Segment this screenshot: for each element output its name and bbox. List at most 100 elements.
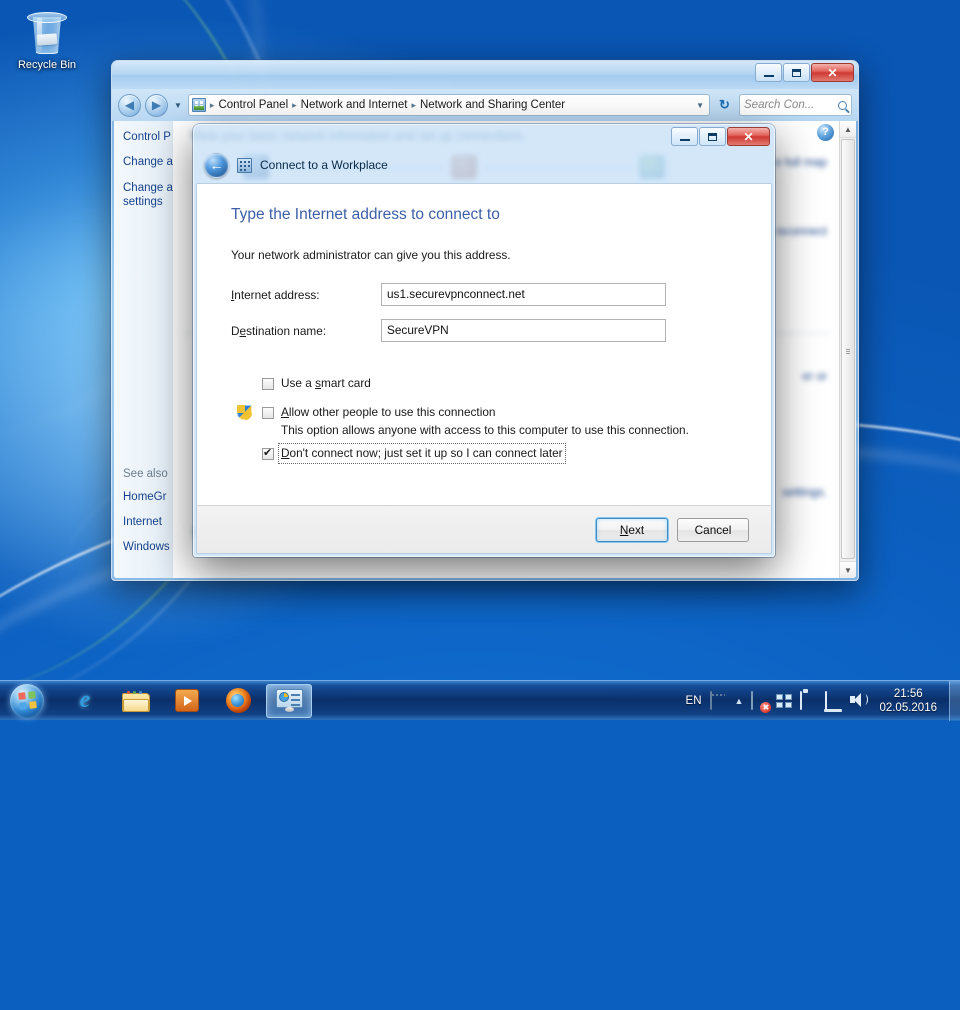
scrollbar-thumb[interactable] <box>841 139 855 559</box>
wizard-panel: Type the Internet address to connect to … <box>196 183 772 554</box>
taskbar-buttons: e <box>62 683 312 718</box>
start-button[interactable] <box>2 682 52 720</box>
link-printer-sharing[interactable]: er or <box>802 369 827 383</box>
wizard-content: Type the Internet address to connect to … <box>197 184 771 505</box>
wizard-heading: Type the Internet address to connect to <box>231 206 500 223</box>
action-center-icon[interactable] <box>776 693 793 708</box>
explorer-sidebar: Control P Change a Change a settings See… <box>114 121 173 578</box>
label-suffix: stination name: <box>246 323 327 338</box>
network-flag-icon[interactable] <box>751 691 768 710</box>
network-icon[interactable] <box>825 691 842 710</box>
wizard-titlebar[interactable]: ✕ <box>194 125 774 149</box>
search-input[interactable]: Search Con... <box>739 94 852 116</box>
back-arrow-icon[interactable]: ← <box>204 152 229 178</box>
explorer-maximize-button[interactable] <box>783 63 810 82</box>
label-suffix: on't connect now; just set it up so I ca… <box>289 446 563 460</box>
label-suffix: mart card <box>321 376 371 390</box>
label-prefix: D <box>231 323 240 338</box>
label-suffix: llow other people to use this connection <box>288 405 496 419</box>
wizard-subtext: Your network administrator can give you … <box>231 248 511 262</box>
back-button[interactable]: ◀ <box>118 93 141 117</box>
control-panel-icon <box>275 689 303 712</box>
scroll-down-button[interactable]: ▼ <box>840 561 856 578</box>
help-icon[interactable]: ? <box>817 124 834 141</box>
chevron-down-icon[interactable]: ▼ <box>696 101 706 110</box>
taskbar-item-control-panel[interactable] <box>266 683 312 718</box>
field-row-internet-address: Internet address: us1.securevpnconnect.n… <box>231 283 737 306</box>
dont-connect-now-checkbox[interactable] <box>262 446 274 460</box>
link-see-full-map[interactable]: e full map <box>775 155 827 169</box>
wizard-close-button[interactable]: ✕ <box>727 127 770 146</box>
label-prefix: Cancel <box>694 522 732 537</box>
uac-shield-icon <box>237 405 252 420</box>
sidebar-link-change-adapter-settings[interactable]: Change a <box>123 156 173 168</box>
option-allow-other-people[interactable]: Allow other people to use this connectio… <box>231 405 737 420</box>
wizard-options: Use a smart card Allow other people to u… <box>231 376 737 464</box>
taskbar-item-windows-media-player[interactable] <box>164 684 210 718</box>
breadcrumb-separator[interactable]: ▸ <box>410 100 417 111</box>
explorer-vertical-scrollbar[interactable]: ▲ ▼ <box>839 121 856 578</box>
folder-icon <box>122 690 150 712</box>
breadcrumb-separator[interactable]: ▸ <box>209 100 216 111</box>
cancel-button[interactable]: Cancel <box>677 517 749 542</box>
wizard-maximize-button[interactable] <box>699 127 726 146</box>
label-suffix: ext <box>628 522 645 537</box>
allow-other-people-checkbox[interactable] <box>262 407 274 419</box>
explorer-close-button[interactable]: ✕ <box>811 63 854 82</box>
label-suffix: nternet address: <box>234 287 320 302</box>
scroll-up-button[interactable]: ▲ <box>840 121 856 138</box>
safely-remove-hardware-icon[interactable] <box>800 691 817 710</box>
internet-address-label: Internet address: <box>231 288 381 302</box>
next-button[interactable]: Next <box>596 517 668 542</box>
label-accelerator: A <box>281 405 289 419</box>
ie-icon: e <box>79 687 91 713</box>
clock[interactable]: 21:56 02.05.2016 <box>875 687 941 715</box>
sidebar-link-control-panel-home[interactable]: Control P <box>123 131 172 143</box>
volume-icon[interactable] <box>850 692 869 709</box>
dont-connect-now-label: Don't connect now; just set it up so I c… <box>278 443 566 464</box>
allow-other-people-description: This option allows anyone with access to… <box>281 423 689 437</box>
control-panel-icon <box>191 98 206 112</box>
use-smart-card-checkbox[interactable] <box>262 378 274 390</box>
explorer-minimize-button[interactable] <box>755 63 782 82</box>
show-desktop-button[interactable] <box>949 680 960 721</box>
workplace-icon <box>237 157 252 173</box>
desktop-icon-recycle-bin[interactable]: Recycle Bin <box>8 8 86 72</box>
label-prefix: Use a <box>281 376 316 390</box>
wizard-window-controls: ✕ <box>671 127 770 146</box>
wizard-footer: Next Cancel <box>197 505 771 553</box>
breadcrumb-network-and-internet[interactable]: Network and Internet <box>301 99 408 111</box>
language-indicator[interactable]: EN <box>686 695 702 707</box>
taskbar-item-internet-explorer[interactable]: e <box>62 684 108 718</box>
link-settings[interactable]: settings. <box>782 485 827 499</box>
search-icon <box>838 100 847 110</box>
explorer-titlebar[interactable]: ✕ <box>112 61 858 89</box>
taskbar-item-firefox[interactable] <box>215 684 261 718</box>
media-player-icon <box>175 689 199 712</box>
connect-to-a-workplace-dialog[interactable]: ✕ ← Connect to a Workplace Type the Inte… <box>193 124 775 557</box>
show-hidden-icons-button[interactable]: ▲ <box>735 696 744 706</box>
forward-button[interactable]: ▶ <box>145 93 168 117</box>
recent-pages-dropdown[interactable]: ▼ <box>172 101 184 110</box>
breadcrumb-network-and-sharing-center[interactable]: Network and Sharing Center <box>420 99 565 111</box>
breadcrumb-separator[interactable]: ▸ <box>291 100 298 111</box>
refresh-icon[interactable]: ↻ <box>714 95 735 116</box>
taskbar-item-windows-explorer[interactable] <box>113 684 159 718</box>
destination-name-field[interactable]: SecureVPN <box>381 319 666 342</box>
keyboard-icon[interactable] <box>709 691 727 710</box>
search-placeholder: Search Con... <box>744 99 815 111</box>
allow-other-people-label: Allow other people to use this connectio… <box>281 405 495 420</box>
option-use-smart-card[interactable]: Use a smart card <box>231 376 737 391</box>
firefox-icon <box>225 688 251 713</box>
breadcrumb-control-panel[interactable]: Control Panel <box>218 99 288 111</box>
destination-name-label: Destination name: <box>231 324 381 338</box>
desktop-icon-label: Recycle Bin <box>17 59 77 71</box>
wizard-minimize-button[interactable] <box>671 127 698 146</box>
link-disconnect[interactable]: isconnect <box>776 224 827 238</box>
address-bar[interactable]: ▸ Control Panel ▸ Network and Internet ▸… <box>187 94 710 116</box>
clock-date: 02.05.2016 <box>879 701 937 714</box>
option-dont-connect-now[interactable]: Don't connect now; just set it up so I c… <box>231 443 737 464</box>
field-row-destination-name: Destination name: SecureVPN <box>231 319 737 342</box>
explorer-window-controls: ✕ <box>755 63 854 82</box>
internet-address-field[interactable]: us1.securevpnconnect.net <box>381 283 666 306</box>
